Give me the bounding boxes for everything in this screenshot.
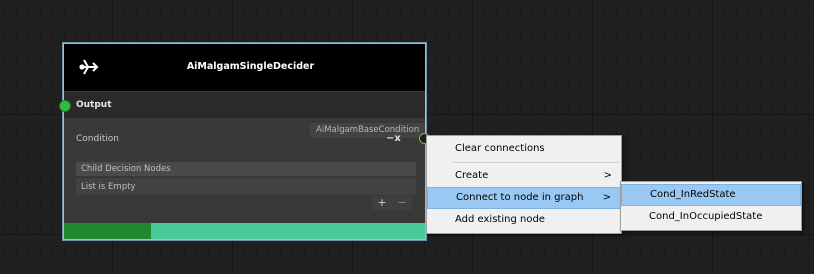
condition-label: Condition <box>76 134 119 144</box>
menu-item-label: Clear connections <box>455 143 545 154</box>
menu-separator <box>453 162 619 163</box>
node-title: AiMalgamSingleDecider <box>186 61 315 72</box>
output-port[interactable] <box>59 100 71 112</box>
add-child-button[interactable]: + <box>372 196 392 210</box>
chevron-right-icon: > <box>602 192 611 203</box>
condition-type-field[interactable]: AiMalgamBaseCondition <box>310 123 426 138</box>
progress-bar <box>64 223 425 239</box>
remove-child-button[interactable]: − <box>392 196 412 210</box>
menu-item-label: Connect to node in graph <box>456 192 584 203</box>
condition-clear-button[interactable]: −x <box>386 133 401 144</box>
menu-item-create[interactable]: Create > <box>427 165 621 187</box>
menu-item-label: Cond_InOccupiedState <box>649 211 763 222</box>
child-list-header: Child Decision Nodes <box>76 162 416 176</box>
output-label: Output <box>76 100 112 110</box>
child-list-empty: List is Empty <box>76 177 416 195</box>
progress-fill <box>64 223 151 239</box>
menu-item-clear-connections[interactable]: Clear connections <box>427 138 621 160</box>
context-menu: Clear connections Create > Connect to no… <box>426 135 622 234</box>
menu-item-add-existing-node[interactable]: Add existing node <box>427 209 621 231</box>
output-row: Output <box>59 92 425 118</box>
submenu-item-cond-inoccupiedstate[interactable]: Cond_InOccupiedState <box>621 206 801 228</box>
menu-item-label: Add existing node <box>455 214 545 225</box>
connect-submenu: Cond_InRedState Cond_InOccupiedState <box>620 181 802 231</box>
chevron-right-icon: > <box>603 170 612 181</box>
submenu-item-cond-inredstate[interactable]: Cond_InRedState <box>621 184 801 206</box>
node-header[interactable]: AiMalgamSingleDecider <box>64 44 425 91</box>
menu-item-connect-to-node[interactable]: Connect to node in graph > <box>427 187 621 209</box>
decider-node[interactable]: AiMalgamSingleDecider Output Condition A… <box>59 43 430 240</box>
menu-item-label: Cond_InRedState <box>650 189 736 200</box>
menu-item-label: Create <box>455 170 489 181</box>
